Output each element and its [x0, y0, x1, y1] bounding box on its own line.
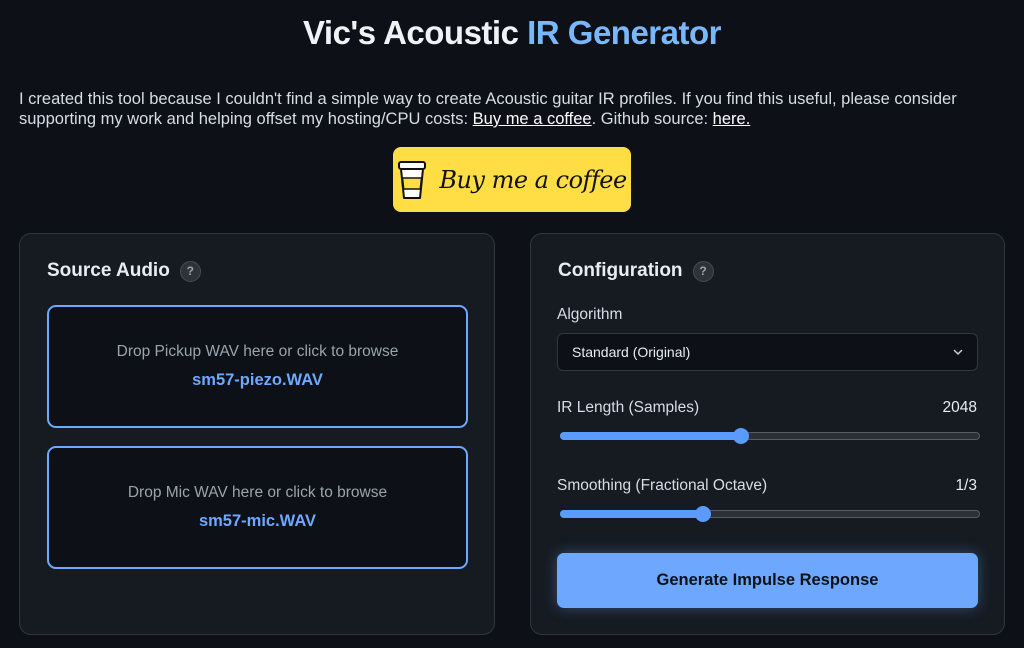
smoothing-slider-fill [560, 510, 703, 518]
page-title: Vic's Acoustic IR Generator [0, 14, 1024, 52]
pickup-dropzone-hint: Drop Pickup WAV here or click to browse [116, 343, 399, 360]
title-accent: IR Generator [527, 14, 721, 51]
configuration-header: Configuration ? [558, 260, 714, 282]
source-audio-title: Source Audio [47, 260, 170, 281]
configuration-help-icon[interactable]: ? [692, 260, 714, 282]
configuration-title: Configuration [558, 260, 683, 281]
buy-coffee-link[interactable]: Buy me a coffee [473, 110, 592, 128]
coffee-cup-icon [398, 160, 427, 199]
algorithm-select[interactable]: Standard (Original) [557, 333, 978, 371]
ir-length-slider-thumb[interactable] [732, 428, 749, 444]
source-audio-help-icon[interactable]: ? [179, 260, 201, 282]
page: Vic's Acoustic IR Generator I created th… [0, 0, 1024, 648]
source-audio-panel: Source Audio ? Drop Pickup WAV here or c… [19, 233, 495, 635]
source-audio-header: Source Audio ? [47, 260, 201, 282]
mic-wav-dropzone[interactable]: Drop Mic WAV here or click to browse sm5… [47, 446, 468, 569]
mic-dropzone-hint: Drop Mic WAV here or click to browse [127, 484, 388, 501]
configuration-panel: Configuration ? Algorithm Standard (Orig… [530, 233, 1005, 635]
github-link[interactable]: here. [713, 110, 751, 128]
chevron-down-icon [953, 349, 963, 355]
ir-length-slider-fill [560, 432, 741, 440]
pickup-wav-dropzone[interactable]: Drop Pickup WAV here or click to browse … [47, 305, 468, 428]
title-main: Vic's Acoustic [302, 14, 528, 51]
ir-length-slider[interactable] [560, 426, 980, 446]
ir-length-label: IR Length (Samples) [557, 399, 700, 416]
intro-text-middle: . Github source: [591, 110, 713, 128]
smoothing-label: Smoothing (Fractional Octave) [557, 477, 768, 494]
pickup-file-name: sm57-piezo.WAV [192, 371, 323, 389]
algorithm-selected-value: Standard (Original) [572, 344, 691, 360]
mic-file-name: sm57-mic.WAV [198, 512, 317, 530]
intro-text: I created this tool because I couldn't f… [19, 89, 1009, 129]
algorithm-label: Algorithm [557, 306, 623, 323]
generate-impulse-response-button[interactable]: Generate Impulse Response [557, 553, 978, 608]
buy-me-a-coffee-button[interactable]: Buy me a coffee [393, 147, 631, 212]
ir-length-value: 2048 [942, 399, 977, 416]
smoothing-value: 1/3 [955, 477, 977, 494]
buy-me-a-coffee-label: Buy me a coffee [439, 165, 627, 194]
smoothing-slider-thumb[interactable] [694, 506, 711, 522]
smoothing-slider[interactable] [560, 504, 980, 524]
